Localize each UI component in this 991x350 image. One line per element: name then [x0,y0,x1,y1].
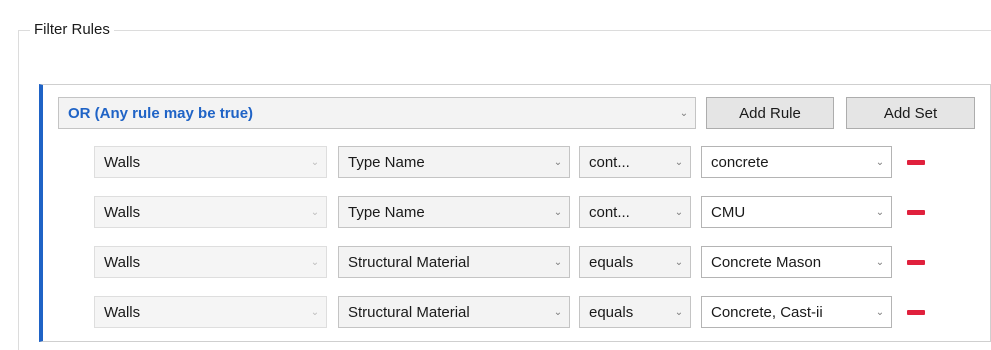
chevron-down-icon: ⌄ [553,256,563,268]
chevron-down-icon: ⌄ [310,206,320,218]
rule-parameter-dropdown[interactable]: Structural Material ⌄ [338,246,570,278]
rule-parameter-value: Structural Material [348,253,470,271]
rule-parameter-dropdown[interactable]: Structural Material ⌄ [338,296,570,328]
rule-value-combobox[interactable]: CMU ⌄ [701,196,892,228]
chevron-down-icon: ⌄ [674,306,684,318]
rule-operator-dropdown[interactable]: equals ⌄ [579,296,691,328]
rule-operator-dropdown[interactable]: equals ⌄ [579,246,691,278]
minus-icon[interactable] [907,210,925,215]
rule-operator-value: cont... [589,153,630,171]
rule-value-combobox[interactable]: Concrete, Cast-ii ⌄ [701,296,892,328]
chevron-down-icon: ⌄ [553,306,563,318]
rule-parameter-dropdown[interactable]: Type Name ⌄ [338,146,570,178]
rule-parameter-value: Type Name [348,153,425,171]
rule-category-value: Walls [104,203,141,221]
rule-value-text: concrete [711,153,769,171]
add-rule-button[interactable]: Add Rule [706,97,834,129]
rule-operator-dropdown[interactable]: cont... ⌄ [579,196,691,228]
minus-icon[interactable] [907,160,925,165]
rule-value-combobox[interactable]: concrete ⌄ [701,146,892,178]
rule-value-text: CMU [711,203,746,221]
minus-icon[interactable] [907,310,925,315]
rule-category-value: Walls [104,153,141,171]
chevron-down-icon: ⌄ [310,306,320,318]
rule-operator-value: equals [589,253,634,271]
set-logic-label: OR (Any rule may be true) [68,104,254,122]
chevron-down-icon: ⌄ [674,156,684,168]
chevron-down-icon: ⌄ [310,256,320,268]
rule-value-combobox[interactable]: Concrete Mason ⌄ [701,246,892,278]
rule-category-dropdown: Walls ⌄ [94,296,327,328]
chevron-down-icon: ⌄ [674,206,684,218]
rule-parameter-dropdown[interactable]: Type Name ⌄ [338,196,570,228]
chevron-down-icon: ⌄ [875,306,885,318]
chevron-down-icon: ⌄ [553,156,563,168]
set-logic-dropdown[interactable]: OR (Any rule may be true) ⌄ [58,97,696,129]
chevron-down-icon: ⌄ [875,156,885,168]
chevron-down-icon: ⌄ [679,107,689,119]
rule-value-text: Concrete Mason [711,253,822,271]
rule-category-dropdown: Walls ⌄ [94,246,327,278]
rule-parameter-value: Structural Material [348,303,470,321]
rule-operator-value: cont... [589,203,630,221]
rule-category-value: Walls [104,303,141,321]
chevron-down-icon: ⌄ [553,206,563,218]
rule-operator-value: equals [589,303,634,321]
rule-operator-dropdown[interactable]: cont... ⌄ [579,146,691,178]
rule-parameter-value: Type Name [348,203,425,221]
add-set-button[interactable]: Add Set [846,97,975,129]
chevron-down-icon: ⌄ [875,256,885,268]
rule-category-dropdown: Walls ⌄ [94,196,327,228]
rule-category-value: Walls [104,253,141,271]
rule-category-dropdown: Walls ⌄ [94,146,327,178]
group-title: Filter Rules [30,21,114,38]
chevron-down-icon: ⌄ [674,256,684,268]
chevron-down-icon: ⌄ [875,206,885,218]
chevron-down-icon: ⌄ [310,156,320,168]
rule-value-text: Concrete, Cast-ii [711,303,823,321]
minus-icon[interactable] [907,260,925,265]
